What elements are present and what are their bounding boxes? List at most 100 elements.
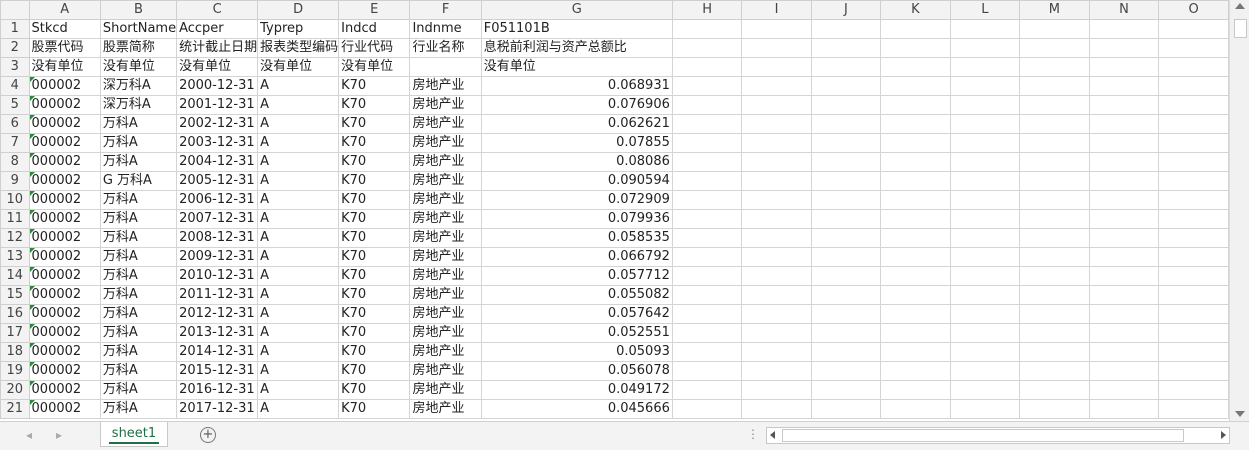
cell[interactable]: 2010-12-31 [176,266,259,286]
cell[interactable] [810,95,882,115]
cell[interactable]: K70 [338,266,411,286]
cell[interactable]: G 万科A [99,171,178,191]
cell[interactable]: 行业代码 [338,38,411,58]
cell[interactable]: 股票简称 [99,38,178,58]
row-header[interactable]: 11 [0,209,30,229]
cell[interactable] [949,266,1021,286]
cell[interactable]: 0.079936 [480,209,673,229]
cell[interactable] [949,95,1021,115]
cell[interactable] [949,190,1021,210]
cell[interactable] [1019,152,1090,172]
row-header[interactable]: 15 [0,285,30,305]
cell[interactable]: Indcd [338,19,411,39]
cell[interactable] [880,266,951,286]
cell[interactable] [1019,209,1090,229]
cell[interactable] [671,152,743,172]
cell[interactable]: 000002 [28,190,101,210]
cell[interactable] [741,38,812,58]
column-header-i[interactable]: I [741,0,812,20]
cell[interactable]: 000002 [28,76,101,96]
cell[interactable] [810,266,882,286]
cell[interactable] [880,57,951,77]
cell[interactable]: A [257,152,340,172]
column-header-j[interactable]: J [810,0,882,20]
cell[interactable] [741,171,812,191]
cell[interactable]: K70 [338,133,411,153]
cell[interactable] [741,304,812,324]
cell[interactable]: K70 [338,399,411,419]
cell[interactable] [1158,19,1229,39]
scroll-left-icon[interactable] [770,431,775,439]
row-header[interactable]: 12 [0,228,30,248]
row-header[interactable]: 9 [0,171,30,191]
cell[interactable] [671,133,743,153]
cell[interactable]: 000002 [28,285,101,305]
cell[interactable] [880,95,951,115]
cell[interactable]: 房地产业 [409,76,482,96]
cell[interactable] [810,380,882,400]
cell[interactable] [741,152,812,172]
cell[interactable] [1088,304,1160,324]
cell[interactable] [810,19,882,39]
cell[interactable]: 000002 [28,114,101,134]
cell[interactable] [741,95,812,115]
cell[interactable]: K70 [338,95,411,115]
cell[interactable]: K70 [338,190,411,210]
cell[interactable]: 房地产业 [409,285,482,305]
cell[interactable] [1088,114,1160,134]
cell[interactable] [1088,38,1160,58]
cell[interactable] [1158,95,1229,115]
cell[interactable]: 2006-12-31 [176,190,259,210]
cell[interactable] [671,38,743,58]
cell[interactable] [1019,342,1090,362]
cell[interactable]: A [257,380,340,400]
vertical-scrollbar[interactable] [1229,0,1249,421]
cell[interactable] [1019,38,1090,58]
cell[interactable]: K70 [338,247,411,267]
scroll-right-icon[interactable] [1221,431,1226,439]
cell[interactable] [1019,76,1090,96]
cell[interactable] [1158,114,1229,134]
cell[interactable] [810,133,882,153]
column-header-m[interactable]: M [1019,0,1090,20]
cell[interactable] [741,76,812,96]
scroll-up-icon[interactable] [1235,3,1245,9]
cell[interactable] [949,399,1021,419]
cell[interactable] [1019,171,1090,191]
cell[interactable] [810,114,882,134]
cell[interactable]: 没有单位 [257,57,340,77]
cell[interactable] [810,57,882,77]
cell[interactable]: 深万科A [99,95,178,115]
cell[interactable] [1088,380,1160,400]
cell[interactable]: 000002 [28,209,101,229]
cell[interactable]: 万科A [99,342,178,362]
cell[interactable]: 000002 [28,380,101,400]
select-all-corner[interactable] [0,0,30,20]
cell[interactable] [741,266,812,286]
cell[interactable] [1088,152,1160,172]
cell[interactable] [1158,133,1229,153]
cell[interactable]: 没有单位 [480,57,673,77]
horizontal-scrollbar[interactable] [766,427,1230,444]
cell[interactable]: 000002 [28,228,101,248]
cell[interactable]: 000002 [28,133,101,153]
cell[interactable]: 0.058535 [480,228,673,248]
cell[interactable] [880,361,951,381]
cell[interactable]: A [257,247,340,267]
cell[interactable]: 2015-12-31 [176,361,259,381]
cell[interactable] [741,399,812,419]
cell[interactable]: 000002 [28,152,101,172]
cell[interactable]: 房地产业 [409,171,482,191]
row-header[interactable]: 16 [0,304,30,324]
cell[interactable] [1019,133,1090,153]
row-header[interactable]: 18 [0,342,30,362]
cell[interactable] [1158,399,1229,419]
row-header[interactable]: 4 [0,76,30,96]
column-header-f[interactable]: F [409,0,482,20]
cell[interactable] [741,342,812,362]
cell[interactable]: 房地产业 [409,247,482,267]
cell[interactable] [880,247,951,267]
cell[interactable]: K70 [338,361,411,381]
cell[interactable]: 000002 [28,266,101,286]
cell[interactable] [1019,361,1090,381]
